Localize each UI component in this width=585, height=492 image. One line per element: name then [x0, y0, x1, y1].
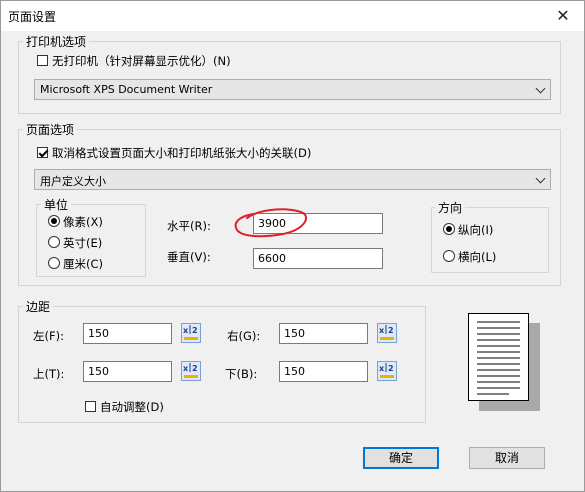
unit-pixel-label: 像素(X) [63, 215, 103, 229]
unit-cm-radio[interactable] [48, 257, 60, 269]
cancel-button[interactable]: 取消 [469, 447, 545, 469]
orientation-legend: 方向 [435, 199, 466, 216]
svg-text:x: x [379, 364, 385, 373]
height-value: 6600 [258, 252, 286, 265]
chevron-down-icon [535, 173, 546, 184]
title-bar: 页面设置 ✕ [1, 1, 584, 31]
unlink-size-checkbox[interactable] [37, 147, 48, 158]
unit-legend: 单位 [41, 196, 72, 213]
printer-options-group [18, 41, 561, 114]
page-options-legend: 页面选项 [23, 121, 78, 138]
svg-text:x: x [183, 326, 189, 335]
auto-adjust-checkbox[interactable] [85, 401, 96, 412]
ok-button[interactable]: 确定 [363, 447, 439, 469]
svg-text:2: 2 [192, 364, 198, 373]
printer-select-value: Microsoft XPS Document Writer [40, 83, 213, 96]
unit-inch-label: 英寸(E) [63, 236, 103, 250]
orientation-portrait-radio[interactable] [443, 223, 455, 235]
margin-top-value: 150 [88, 365, 109, 378]
red-annotation-circle [234, 208, 308, 238]
svg-text:2: 2 [192, 326, 198, 335]
scale-x2-icon[interactable]: x 2 [377, 361, 397, 381]
orientation-landscape-radio[interactable] [443, 250, 455, 262]
unit-inch-radio[interactable] [48, 236, 60, 248]
margin-bottom-value: 150 [284, 365, 305, 378]
close-icon[interactable]: ✕ [553, 6, 573, 26]
margin-right-label: 右(G): [227, 329, 261, 343]
margin-left-input[interactable]: 150 [83, 323, 172, 344]
height-input[interactable]: 6600 [253, 248, 383, 269]
page-size-select[interactable]: 用户定义大小 [34, 169, 551, 190]
scale-x2-icon[interactable]: x 2 [377, 323, 397, 343]
printer-select[interactable]: Microsoft XPS Document Writer [34, 79, 551, 100]
svg-text:x: x [379, 326, 385, 335]
scale-x2-icon[interactable]: x 2 [181, 361, 201, 381]
margin-top-label: 上(T): [33, 367, 65, 381]
height-label: 垂直(V): [167, 250, 211, 264]
page-size-value: 用户定义大小 [40, 175, 106, 188]
margin-left-label: 左(F): [33, 329, 64, 343]
unit-pixel-radio[interactable] [48, 215, 60, 227]
unlink-size-label: 取消格式设置页面大小和打印机纸张大小的关联(D) [52, 146, 312, 160]
margin-right-value: 150 [284, 327, 305, 340]
margin-left-value: 150 [88, 327, 109, 340]
margin-top-input[interactable]: 150 [83, 361, 172, 382]
orientation-landscape-label: 横向(L) [458, 250, 497, 264]
width-label: 水平(R): [167, 219, 211, 233]
svg-text:x: x [183, 364, 189, 373]
svg-text:2: 2 [388, 364, 394, 373]
page-preview [468, 313, 529, 401]
page-setup-dialog: 页面设置 ✕ 打印机选项 无打印机（针对屏幕显示优化）(N) Microsoft… [0, 0, 585, 492]
margin-bottom-label: 下(B): [225, 367, 258, 381]
margin-right-input[interactable]: 150 [279, 323, 368, 344]
printer-options-legend: 打印机选项 [23, 33, 90, 50]
orientation-portrait-label: 纵向(I) [458, 223, 494, 237]
unit-cm-label: 厘米(C) [63, 257, 104, 271]
scale-x2-icon[interactable]: x 2 [181, 323, 201, 343]
no-printer-label: 无打印机（针对屏幕显示优化）(N) [52, 54, 231, 68]
svg-text:2: 2 [388, 326, 394, 335]
no-printer-checkbox[interactable] [37, 55, 48, 66]
page-preview-lines [477, 321, 520, 395]
chevron-down-icon [535, 83, 546, 94]
margins-legend: 边距 [23, 298, 54, 315]
auto-adjust-label: 自动调整(D) [100, 400, 164, 414]
margin-bottom-input[interactable]: 150 [279, 361, 368, 382]
dialog-title: 页面设置 [8, 10, 57, 24]
